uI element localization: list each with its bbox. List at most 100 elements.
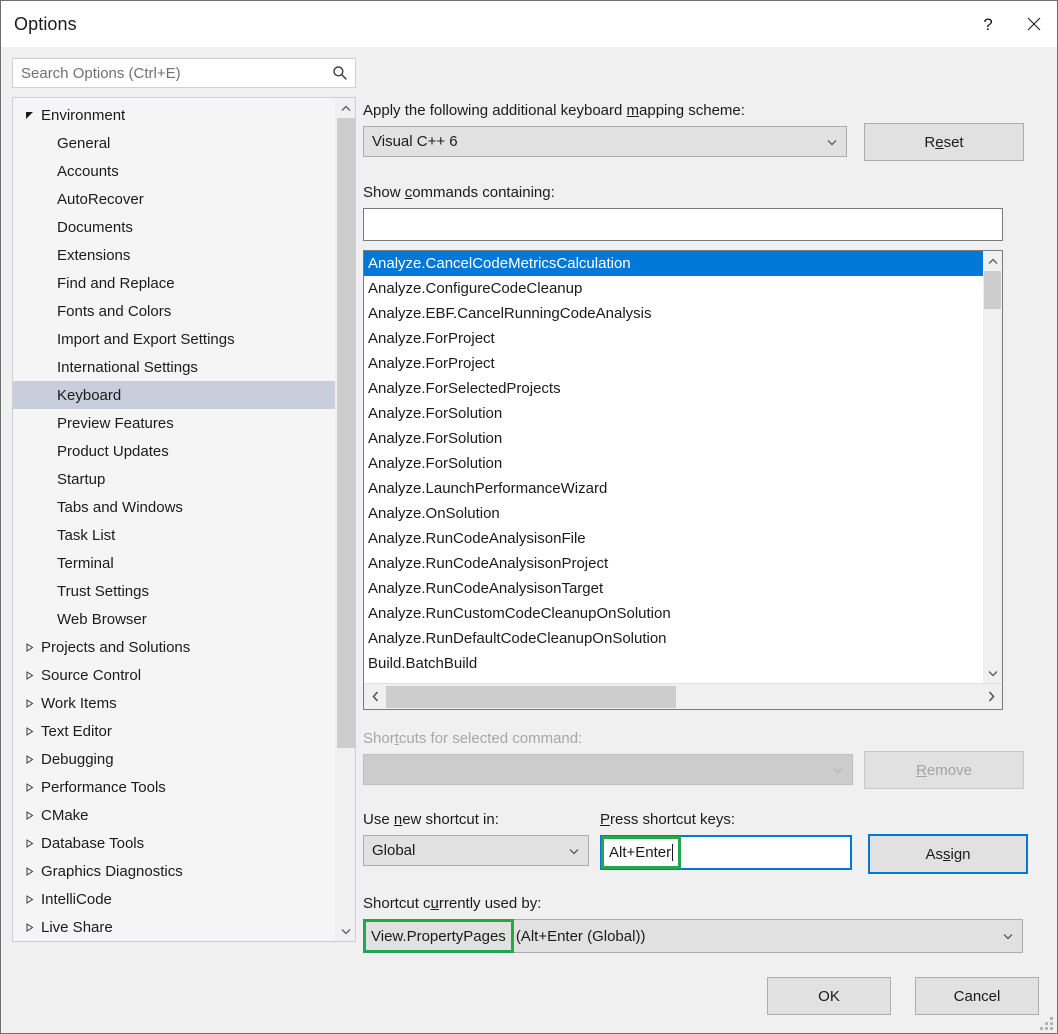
tree-item-graphics-diagnostics[interactable]: Graphics Diagnostics <box>13 857 335 885</box>
chevron-right-icon <box>988 691 995 702</box>
commands-listbox[interactable]: Analyze.CancelCodeMetricsCalculation Anal… <box>363 250 1003 710</box>
triangle-right-icon[interactable] <box>21 891 37 907</box>
triangle-right-icon[interactable] <box>21 835 37 851</box>
command-list-item[interactable]: Analyze.CancelCodeMetricsCalculation <box>364 251 983 276</box>
tree-scroll-up-button[interactable] <box>335 98 355 118</box>
command-list-item[interactable]: Analyze.RunDefaultCodeCleanupOnSolution <box>364 626 983 651</box>
ok-button[interactable]: OK <box>767 977 891 1015</box>
commands-scroll-thumb[interactable] <box>984 271 1001 309</box>
triangle-right-icon[interactable] <box>21 807 37 823</box>
tree-item-preview-features[interactable]: Preview Features <box>13 409 335 437</box>
command-list-item[interactable]: Analyze.ForProject <box>364 351 983 376</box>
tree-item-documents[interactable]: Documents <box>13 213 335 241</box>
press-shortcut-keys-input[interactable]: Alt+Enter <box>600 835 852 870</box>
triangle-right-icon[interactable] <box>21 863 37 879</box>
command-list-item[interactable]: Analyze.ForProject <box>364 326 983 351</box>
commands-list: Analyze.CancelCodeMetricsCalculation Anal… <box>364 251 983 683</box>
tree-item-web-browser[interactable]: Web Browser <box>13 605 335 633</box>
commands-horizontal-scrollbar[interactable] <box>364 683 1002 709</box>
command-list-item[interactable]: Analyze.RunCodeAnalysisonTarget <box>364 576 983 601</box>
tree-item-fonts-and-colors[interactable]: Fonts and Colors <box>13 297 335 325</box>
tree-item-keyboard[interactable]: Keyboard <box>13 381 335 409</box>
tree-item-cmake[interactable]: CMake <box>13 801 335 829</box>
tree-item-terminal[interactable]: Terminal <box>13 549 335 577</box>
triangle-down-icon[interactable] <box>21 107 37 123</box>
reset-button[interactable]: Reset <box>864 123 1024 161</box>
tree-item-find-and-replace[interactable]: Find and Replace <box>13 269 335 297</box>
tree-scroll-track[interactable] <box>335 118 355 921</box>
dialog-footer: OK Cancel <box>1 959 1057 1033</box>
tree-item-autorecover[interactable]: AutoRecover <box>13 185 335 213</box>
shortcut-used-by-dropdown[interactable]: View.PropertyPages (Alt+Enter (Global)) <box>363 919 1023 953</box>
show-commands-input[interactable] <box>363 208 1003 241</box>
tree-item-environment[interactable]: Environment <box>13 101 335 129</box>
triangle-right-icon[interactable] <box>21 919 37 935</box>
command-list-item[interactable]: Analyze.ForSolution <box>364 401 983 426</box>
triangle-right-icon[interactable] <box>21 695 37 711</box>
command-list-item[interactable]: Analyze.RunCodeAnalysisonProject <box>364 551 983 576</box>
tree-item-debugging[interactable]: Debugging <box>13 745 335 773</box>
cancel-button[interactable]: Cancel <box>915 977 1039 1015</box>
tree-scroll-thumb[interactable] <box>336 118 355 748</box>
command-list-item[interactable]: Analyze.ForSolution <box>364 451 983 476</box>
tree-scroll-down-button[interactable] <box>335 921 355 941</box>
tree-item-source-control[interactable]: Source Control <box>13 661 335 689</box>
mapping-scheme-dropdown[interactable]: Visual C++ 6 <box>363 126 847 157</box>
tree-item-international-settings[interactable]: International Settings <box>13 353 335 381</box>
command-list-item[interactable]: Analyze.RunCustomCodeCleanupOnSolution <box>364 601 983 626</box>
tree-item-label: Documents <box>57 218 133 236</box>
triangle-right-icon[interactable] <box>21 779 37 795</box>
tree-item-task-list[interactable]: Task List <box>13 521 335 549</box>
tree-item-tabs-and-windows[interactable]: Tabs and Windows <box>13 493 335 521</box>
tree-scrollbar[interactable] <box>335 98 355 941</box>
commands-scroll-left-button[interactable] <box>364 685 386 709</box>
close-button[interactable] <box>1011 1 1057 47</box>
triangle-right-icon[interactable] <box>21 723 37 739</box>
tree-item-performance-tools[interactable]: Performance Tools <box>13 773 335 801</box>
commands-hscroll-thumb[interactable] <box>386 685 676 708</box>
use-new-shortcut-dropdown[interactable]: Global <box>363 835 589 866</box>
search-options-box[interactable] <box>12 58 356 88</box>
command-list-item[interactable]: Analyze.LaunchPerformanceWizard <box>364 476 983 501</box>
shortcuts-dropdown <box>363 754 853 785</box>
tree-item-general[interactable]: General <box>13 129 335 157</box>
commands-vertical-scrollbar[interactable] <box>983 251 1002 683</box>
triangle-right-icon[interactable] <box>21 751 37 767</box>
tree-item-accounts[interactable]: Accounts <box>13 157 335 185</box>
ok-label: OK <box>818 987 840 1005</box>
command-list-item[interactable]: Analyze.RunCodeAnalysisonFile <box>364 526 983 551</box>
tree-item-live-share[interactable]: Live Share <box>13 913 335 941</box>
tree-item-label: Terminal <box>57 554 114 572</box>
help-button[interactable]: ? <box>965 1 1011 47</box>
assign-button[interactable]: Assign <box>868 834 1028 874</box>
search-input[interactable] <box>13 59 355 87</box>
tree-item-extensions[interactable]: Extensions <box>13 241 335 269</box>
command-list-item[interactable]: Analyze.ConfigureCodeCleanup <box>364 276 983 301</box>
command-list-item[interactable]: Analyze.ForSolution <box>364 426 983 451</box>
commands-scroll-up-button[interactable] <box>983 251 1002 271</box>
tree-item-product-updates[interactable]: Product Updates <box>13 437 335 465</box>
tree-item-startup[interactable]: Startup <box>13 465 335 493</box>
tree-item-trust-settings[interactable]: Trust Settings <box>13 577 335 605</box>
commands-scroll-down-button[interactable] <box>983 663 1002 683</box>
command-list-item[interactable]: Build.BatchBuild <box>364 651 983 676</box>
triangle-right-icon[interactable] <box>21 667 37 683</box>
command-list-item[interactable]: Analyze.OnSolution <box>364 501 983 526</box>
tree-item-label: Fonts and Colors <box>57 302 172 320</box>
tree-item-projects-and-solutions[interactable]: Projects and Solutions <box>13 633 335 661</box>
tree-item-database-tools[interactable]: Database Tools <box>13 829 335 857</box>
resize-grip[interactable] <box>1039 1016 1053 1030</box>
commands-scroll-right-button[interactable] <box>980 685 1002 709</box>
tree-item-text-editor[interactable]: Text Editor <box>13 717 335 745</box>
command-list-item[interactable]: Analyze.EBF.CancelRunningCodeAnalysis <box>364 301 983 326</box>
chevron-down-icon <box>1003 934 1013 940</box>
tree-item-work-items[interactable]: Work Items <box>13 689 335 717</box>
tree-item-import-and-export-settings[interactable]: Import and Export Settings <box>13 325 335 353</box>
tree-item-intellicode[interactable]: IntelliCode <box>13 885 335 913</box>
commands-scroll-track[interactable] <box>983 271 1002 663</box>
commands-hscroll-track[interactable] <box>386 685 980 709</box>
tree-item-label: Environment <box>41 106 126 124</box>
command-list-item[interactable]: Analyze.ForSelectedProjects <box>364 376 983 401</box>
window-controls: ? <box>965 1 1057 47</box>
triangle-right-icon[interactable] <box>21 639 37 655</box>
